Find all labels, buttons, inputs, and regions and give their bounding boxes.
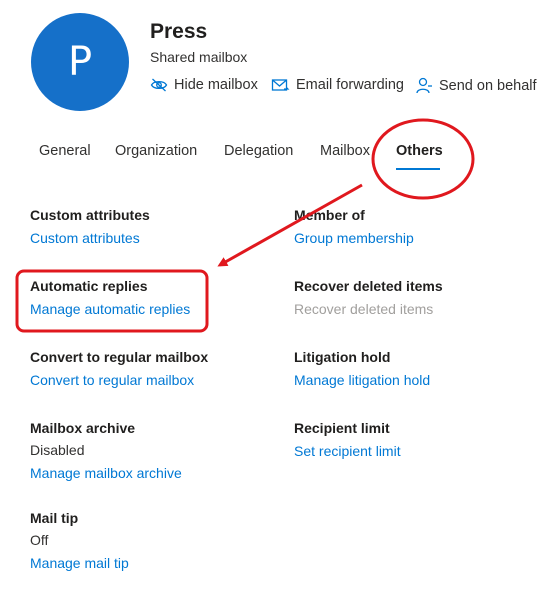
tab-general[interactable]: General — [39, 143, 91, 159]
archive-status: Disabled — [30, 442, 85, 458]
avatar: P — [31, 13, 129, 111]
section-litigation-hold: Litigation hold Manage litigation hold — [294, 349, 430, 389]
tab-delegation[interactable]: Delegation — [224, 143, 293, 159]
mail-tip-status: Off — [30, 532, 49, 548]
mailbox-title: Press — [150, 20, 208, 43]
tab-mailbox[interactable]: Mailbox — [320, 143, 370, 159]
group-membership-link[interactable]: Group membership — [294, 230, 414, 247]
active-tab-indicator — [396, 168, 440, 170]
send-on-behalf-button[interactable]: Send on behalf — [415, 77, 537, 94]
eye-slash-icon — [150, 78, 168, 92]
section-title: Mail tip — [30, 510, 79, 526]
section-title: Automatic replies — [30, 278, 148, 294]
hide-mailbox-button[interactable]: Hide mailbox — [150, 77, 258, 93]
mail-forward-icon — [271, 79, 290, 91]
manage-litigation-hold-link[interactable]: Manage litigation hold — [294, 372, 430, 389]
section-recover-deleted-items: Recover deleted items Recover deleted it… — [294, 278, 443, 318]
send-on-behalf-label: Send on behalf — [439, 77, 537, 94]
section-title: Member of — [294, 207, 365, 223]
mailbox-type: Shared mailbox — [150, 49, 248, 65]
section-mailbox-archive: Mailbox archive Disabled Manage mailbox … — [30, 420, 182, 482]
custom-attributes-link[interactable]: Custom attributes — [30, 230, 150, 247]
section-title: Mailbox archive — [30, 420, 136, 436]
section-custom-attributes: Custom attributes Custom attributes — [30, 207, 150, 247]
manage-automatic-replies-link[interactable]: Manage automatic replies — [30, 301, 190, 318]
section-title: Custom attributes — [30, 207, 150, 223]
hide-mailbox-label: Hide mailbox — [174, 77, 258, 93]
section-mail-tip: Mail tip Off Manage mail tip — [30, 510, 129, 572]
convert-to-regular-mailbox-link[interactable]: Convert to regular mailbox — [30, 372, 208, 389]
person-icon — [416, 77, 432, 94]
tab-organization[interactable]: Organization — [115, 143, 197, 159]
section-title: Litigation hold — [294, 349, 391, 365]
manage-mail-tip-link[interactable]: Manage mail tip — [30, 555, 129, 572]
tab-others[interactable]: Others — [396, 143, 443, 159]
section-title: Recover deleted items — [294, 278, 443, 294]
recover-deleted-items-link: Recover deleted items — [294, 301, 434, 317]
section-title: Recipient limit — [294, 420, 390, 436]
section-member-of: Member of Group membership — [294, 207, 414, 247]
section-convert-mailbox: Convert to regular mailbox Convert to re… — [30, 349, 208, 389]
email-forwarding-label: Email forwarding — [296, 77, 404, 93]
tab-bar: General Organization Delegation Mailbox … — [0, 140, 550, 180]
section-title: Convert to regular mailbox — [30, 349, 209, 365]
section-recipient-limit: Recipient limit Set recipient limit — [294, 420, 401, 460]
set-recipient-limit-link[interactable]: Set recipient limit — [294, 443, 401, 460]
email-forwarding-button[interactable]: Email forwarding — [271, 77, 404, 93]
manage-mailbox-archive-link[interactable]: Manage mailbox archive — [30, 465, 182, 482]
avatar-letter: P — [67, 39, 93, 85]
section-automatic-replies: Automatic replies Manage automatic repli… — [30, 278, 190, 318]
